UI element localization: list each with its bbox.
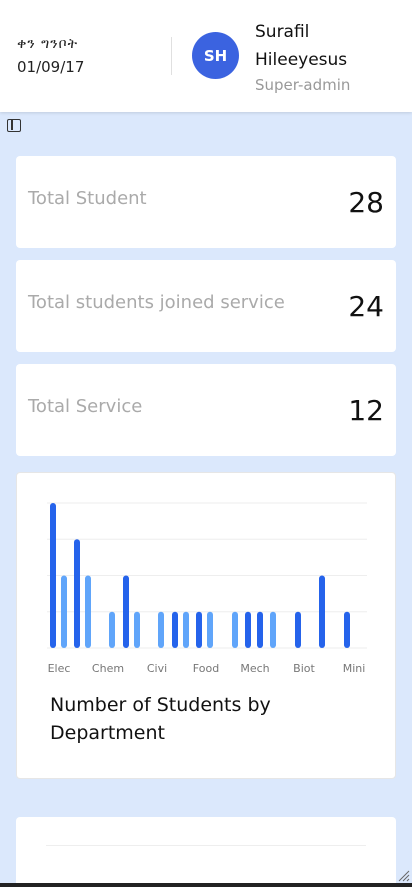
stat-label: Total Service [28,396,143,417]
chart-bar[interactable] [183,611,189,648]
chart-bar[interactable] [172,611,178,648]
resize-handle-icon[interactable] [398,870,410,882]
chart-bar[interactable] [61,575,67,649]
top-header: ቀን ግንቦት 01/09/17 SH Surafil Hileeyesus S… [0,0,412,112]
chart-bar[interactable] [344,611,350,648]
user-first-name: Surafil [255,22,310,42]
avatar[interactable]: SH [192,32,239,79]
chart-bar[interactable] [245,611,251,648]
gridline [46,845,366,846]
stat-label: Total Student [28,188,147,209]
chart-bar[interactable] [207,611,213,648]
date-block: ቀን ግንቦት 01/09/17 [17,36,84,76]
bottom-chart-card [16,817,396,887]
x-tick-label: Biot [293,662,315,675]
x-tick-label: Mech [240,662,269,675]
x-tick-label: Civi [147,662,167,675]
stat-value: 24 [348,290,384,323]
x-tick-label: Elec [48,662,71,675]
chart-bar[interactable] [74,539,80,648]
chart-bar[interactable] [158,611,164,648]
department-chart-card: Elec Chem Civi Food Mech Biot Mini Number of S… [16,472,396,779]
user-info[interactable]: Surafil Hileeyesus Super-admin [255,18,405,96]
chart-bar[interactable] [123,575,129,649]
stat-card-total-service: Total Service 12 [16,364,396,456]
chart-bar[interactable] [270,611,276,648]
stat-card-total-student: Total Student 28 [16,156,396,248]
x-tick-label: Mini [343,662,366,675]
user-last-name: Hileeyesus [255,50,348,70]
chart-bar[interactable] [85,575,91,649]
chart-bar[interactable] [295,611,301,648]
stat-value: 28 [348,186,384,219]
user-role: Super-admin [255,76,351,94]
chart-bar[interactable] [134,611,140,648]
chart-bar[interactable] [196,611,202,648]
department-bar-chart: Elec Chem Civi Food Mech Biot Mini [47,502,367,675]
sidebar-toggle-icon[interactable] [7,119,21,132]
bottom-bar [0,883,412,887]
chart-bar[interactable] [257,611,263,648]
chart-title: Number of Students by Department [50,694,271,744]
date-label: ቀን ግንቦት [17,36,79,52]
stat-label: Total students joined service [28,292,285,313]
header-divider [171,37,172,75]
x-tick-label: Food [193,662,219,675]
chart-bar[interactable] [232,611,238,648]
x-tick-label: Chem [92,662,124,675]
stat-value: 12 [348,394,384,427]
date-value: 01/09/17 [17,58,85,76]
chart-bar[interactable] [109,611,115,648]
chart-bar[interactable] [50,503,56,648]
stat-card-joined-service: Total students joined service 24 [16,260,396,352]
chart-bar[interactable] [319,575,325,649]
